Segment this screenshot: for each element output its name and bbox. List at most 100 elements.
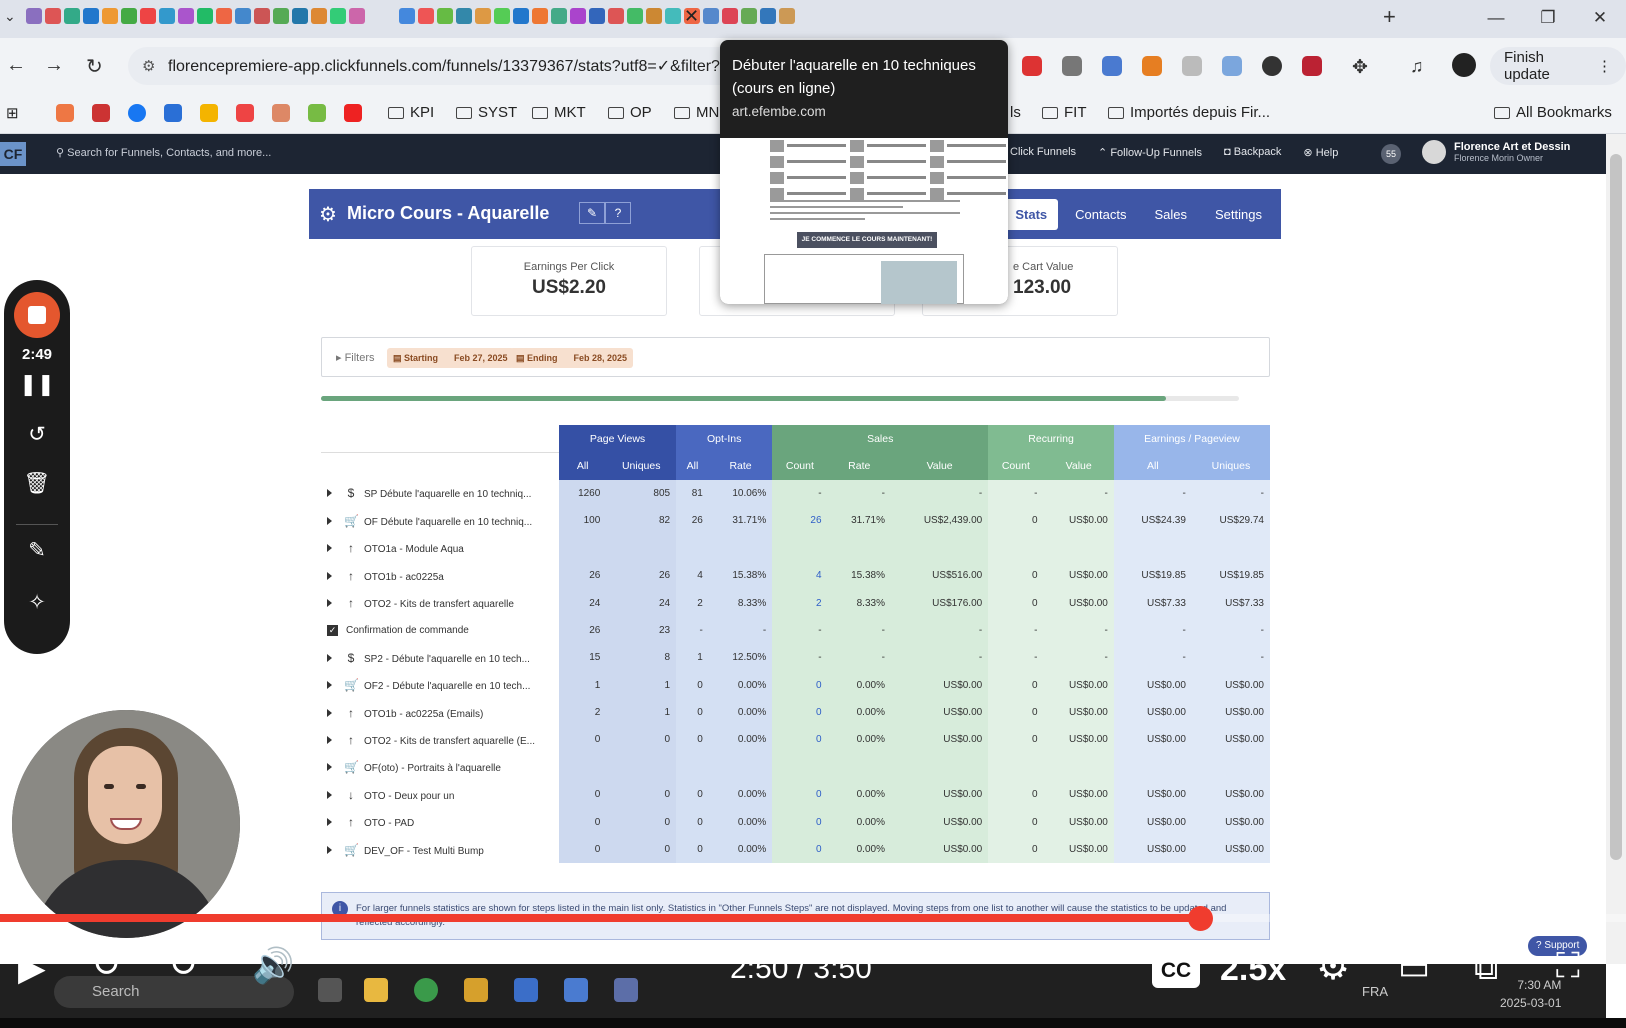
step-name-cell[interactable]: ↑ OTO1a - Module Aqua bbox=[321, 535, 559, 562]
step-name-cell[interactable]: $ SP2 - Débute l'aquarelle en 10 tech... bbox=[321, 644, 559, 671]
table-row[interactable]: 🛒 OF2 - Débute l'aquarelle en 10 tech... 1… bbox=[321, 671, 1270, 699]
puzzle-icon[interactable]: ✥ bbox=[1352, 56, 1372, 78]
tab-favicon-icon[interactable] bbox=[665, 8, 681, 24]
tab-favicons[interactable] bbox=[26, 8, 795, 24]
tab-favicon-icon[interactable] bbox=[456, 8, 472, 24]
filters-toggle[interactable]: ▸ Filters bbox=[336, 351, 375, 364]
expand-caret-icon[interactable] bbox=[327, 571, 332, 580]
rewind-5-icon[interactable]: ↺ bbox=[92, 944, 122, 985]
tab-favicon-icon[interactable] bbox=[703, 8, 719, 24]
expand-caret-icon[interactable] bbox=[327, 681, 332, 690]
drive-icon[interactable] bbox=[200, 104, 218, 122]
expand-caret-icon[interactable] bbox=[327, 735, 332, 744]
tab-favicon-icon[interactable] bbox=[570, 8, 586, 24]
tab-favicon-icon[interactable] bbox=[589, 8, 605, 24]
tab-favicon-icon[interactable] bbox=[159, 8, 175, 24]
tab-favicon-icon[interactable] bbox=[349, 8, 365, 24]
table-row[interactable]: 🛒 OF Débute l'aquarelle en 10 techniq... 1… bbox=[321, 507, 1270, 535]
clickfunnels-logo[interactable]: CF bbox=[0, 142, 26, 166]
more-menu-icon[interactable]: ⋮ bbox=[1597, 57, 1612, 75]
fullscreen-icon[interactable]: ⛶ bbox=[1556, 946, 1580, 986]
start-date-filter[interactable]: ▤ Starting Feb 27, 2025 bbox=[387, 348, 514, 368]
tab-search-icon[interactable]: ⌄ bbox=[4, 8, 16, 25]
step-name-cell[interactable]: ↑ OTO2 - Kits de transfert aquarelle bbox=[321, 589, 559, 616]
minimize-icon[interactable]: — bbox=[1470, 0, 1522, 36]
chrome-icon[interactable] bbox=[414, 978, 438, 1002]
tab-favicon-icon[interactable] bbox=[608, 8, 624, 24]
app-icon[interactable] bbox=[464, 978, 488, 1002]
profile-avatar[interactable] bbox=[1452, 53, 1476, 77]
expand-caret-icon[interactable] bbox=[327, 708, 332, 717]
notifications-badge[interactable]: 55 bbox=[1381, 144, 1401, 164]
tab-contacts[interactable]: Contacts bbox=[1064, 199, 1137, 230]
step-name-cell[interactable]: 🛒 OF Débute l'aquarelle en 10 techniq... bbox=[321, 507, 559, 534]
bookmark-favicon-icon[interactable] bbox=[56, 104, 74, 122]
table-row[interactable]: ✓ Confirmation de commande 26 23- - - - - - - - - bbox=[321, 616, 1270, 645]
tab-favicon-icon[interactable] bbox=[216, 8, 232, 24]
gear-icon[interactable]: ⚙ bbox=[319, 202, 337, 227]
trash-icon[interactable]: 🗑 bbox=[4, 472, 70, 496]
file-explorer-icon[interactable] bbox=[364, 978, 388, 1002]
gmail-icon[interactable] bbox=[92, 104, 110, 122]
tab-favicon-icon[interactable] bbox=[532, 8, 548, 24]
table-row[interactable]: ↑ OTO1b - ac0225a 26 26 4 15.38% 4 15.38% US$516… bbox=[321, 561, 1270, 590]
facebook-icon[interactable] bbox=[128, 104, 146, 122]
bookmark-folder-mn[interactable]: MN bbox=[674, 104, 719, 121]
expand-caret-icon[interactable] bbox=[327, 763, 332, 772]
step-name-cell[interactable]: 🛒 DEV_OF - Test Multi Bump bbox=[321, 836, 559, 863]
expand-caret-icon[interactable] bbox=[327, 790, 332, 799]
app-icon[interactable] bbox=[564, 978, 588, 1002]
tab-favicon-icon[interactable] bbox=[722, 8, 738, 24]
tab-favicon-icon[interactable] bbox=[292, 8, 308, 24]
tab-favicon-icon[interactable] bbox=[475, 8, 491, 24]
taskbar-clock[interactable]: 7:30 AM 2025-03-01 bbox=[1500, 976, 1561, 1012]
site-info-icon[interactable]: ⚙ bbox=[142, 57, 155, 75]
tab-favicon-icon[interactable] bbox=[273, 8, 289, 24]
video-scrubber-handle[interactable] bbox=[1187, 906, 1213, 931]
step-name-cell[interactable]: 🛒 OF2 - Débute l'aquarelle en 10 tech... bbox=[321, 672, 559, 699]
tab-sales[interactable]: Sales bbox=[1143, 199, 1198, 230]
scrollbar-thumb[interactable] bbox=[1610, 154, 1622, 860]
extension-icon[interactable] bbox=[1262, 56, 1282, 76]
step-name-cell[interactable]: $ SP Débute l'aquarelle en 10 techniq... bbox=[321, 480, 559, 507]
youtube-icon[interactable] bbox=[344, 104, 362, 122]
bookmark-folder-mkt[interactable]: MKT bbox=[532, 104, 586, 121]
input-language[interactable]: FRA bbox=[1362, 984, 1388, 999]
table-row[interactable]: ↓ OTO - Deux pour un 0 0 0 0.00% 0 0.00% US$0.00… bbox=[321, 781, 1270, 809]
theater-mode-icon[interactable]: ▭ bbox=[1398, 948, 1430, 988]
table-row[interactable]: ↑ OTO - PAD 0 0 0 0.00% 0 0.00% US$0.00 0 US$0.00 U… bbox=[321, 808, 1270, 836]
tab-favicon-icon[interactable] bbox=[760, 8, 776, 24]
bookmark-folder-fit[interactable]: FIT bbox=[1042, 104, 1087, 121]
tab-favicon-icon[interactable] bbox=[399, 8, 415, 24]
tab-favicon-icon[interactable] bbox=[178, 8, 194, 24]
all-bookmarks[interactable]: All Bookmarks bbox=[1494, 104, 1612, 121]
bookmark-folder-syst[interactable]: SYST bbox=[456, 104, 517, 121]
expand-caret-icon[interactable] bbox=[327, 818, 332, 827]
tab-favicon-icon[interactable] bbox=[741, 8, 757, 24]
tab-favicon-icon[interactable] bbox=[330, 8, 346, 24]
extension-icon[interactable] bbox=[1222, 56, 1242, 76]
tab-favicon-icon[interactable] bbox=[494, 8, 510, 24]
adblock-icon[interactable] bbox=[1022, 56, 1042, 76]
expand-caret-icon[interactable] bbox=[327, 489, 332, 498]
step-name-cell[interactable]: ✓ Confirmation de commande bbox=[321, 617, 559, 644]
tab-favicon-icon[interactable] bbox=[197, 8, 213, 24]
bookmark-folder-imported[interactable]: Importés depuis Fir... bbox=[1108, 104, 1270, 121]
bookmark-folder-ls[interactable]: ls bbox=[1010, 104, 1021, 121]
play-icon[interactable]: ▶ bbox=[18, 948, 46, 989]
settings-gear-icon[interactable]: ⚙ bbox=[1316, 944, 1350, 988]
close-window-icon[interactable]: ✕ bbox=[1574, 0, 1626, 36]
nav-follow-up-funnels[interactable]: ⌃ Follow-Up Funnels bbox=[1098, 146, 1202, 159]
extension-icon[interactable] bbox=[1142, 56, 1162, 76]
captions-button[interactable]: CC bbox=[1152, 954, 1200, 988]
table-row[interactable]: 🛒 OF(oto) - Portraits à l'aquarelle bbox=[321, 753, 1270, 782]
effects-icon[interactable]: ✧ bbox=[4, 590, 70, 615]
url-bar[interactable]: ⚙ florencepremiere-app.clickfunnels.com/… bbox=[128, 47, 748, 85]
expand-caret-icon[interactable] bbox=[327, 845, 332, 854]
table-row[interactable]: ↑ OTO1b - ac0225a (Emails) 2 1 0 0.00% 0 0.00% U… bbox=[321, 698, 1270, 727]
step-name-cell[interactable]: ↑ OTO1b - ac0225a (Emails) bbox=[321, 699, 559, 726]
step-name-cell[interactable]: 🛒 OF(oto) - Portraits à l'aquarelle bbox=[321, 754, 559, 781]
expand-caret-icon[interactable] bbox=[327, 516, 332, 525]
checkbox-icon[interactable]: ✓ bbox=[327, 624, 338, 636]
tab-favicon-icon[interactable] bbox=[627, 8, 643, 24]
